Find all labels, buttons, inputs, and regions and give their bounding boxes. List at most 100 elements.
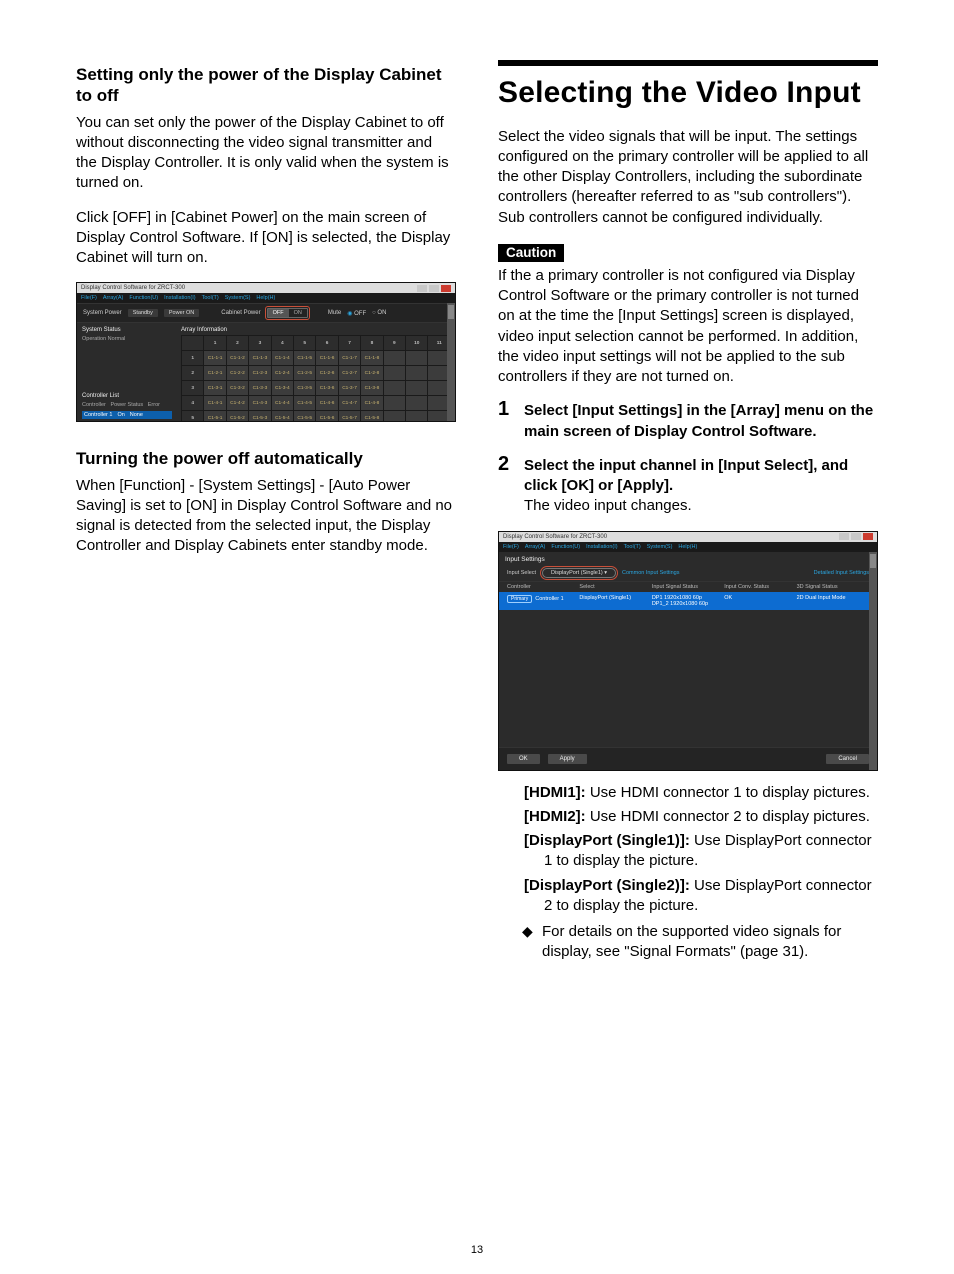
array-grid: 12345678910111C1-1-1C1-1-2C1-1-3C1-1-4C1…	[181, 335, 451, 422]
cabinet-power-on[interactable]: ON	[289, 309, 307, 317]
section-divider	[498, 60, 878, 66]
def-hdmi2: [HDMI2]: Use HDMI connector 2 to display…	[524, 807, 878, 827]
cell-3d-status: 2D Dual Input Mode	[797, 595, 869, 601]
mute-on-radio[interactable]: ON	[372, 310, 386, 316]
page-title: Selecting the Video Input	[498, 76, 878, 111]
window-close-icon[interactable]	[863, 533, 873, 540]
controller-list-heading: Controller List	[82, 393, 172, 399]
controller-list-columns: Controller Power Status Error	[82, 402, 172, 408]
col-controller: Controller	[507, 584, 579, 590]
cross-reference-note: For details on the supported video signa…	[524, 922, 878, 963]
scrollbar[interactable]	[447, 303, 455, 421]
menu-item[interactable]: Array(A)	[103, 295, 123, 301]
window-title: Display Control Software for ZRCT-300	[503, 534, 607, 540]
input-select-row: Input Select DisplayPort (Single1) ▾ Com…	[499, 565, 877, 581]
subheading-cabinet-off: Setting only the power of the Display Ca…	[76, 64, 456, 107]
step-title: Select [Input Settings] in the [Array] m…	[524, 401, 878, 442]
menu-item[interactable]: System(S)	[647, 544, 673, 550]
window-maximize-icon[interactable]	[851, 533, 861, 540]
system-status-heading: System Status	[82, 327, 172, 333]
input-settings-heading: Input Settings	[499, 552, 877, 565]
paragraph: When [Function] - [System Settings] - [A…	[76, 476, 456, 557]
window-titlebar: Display Control Software for ZRCT-300	[499, 532, 877, 542]
step-body: The video input changes.	[524, 496, 878, 516]
menu-item[interactable]: Function(U)	[129, 295, 158, 301]
caution-text: If the a primary controller is not confi…	[498, 266, 878, 388]
window-titlebar: Display Control Software for ZRCT-300	[77, 283, 455, 293]
cabinet-power-off[interactable]: OFF	[268, 309, 289, 317]
step-1: Select [Input Settings] in the [Array] m…	[498, 401, 878, 442]
window-title: Display Control Software for ZRCT-300	[81, 285, 185, 291]
input-options-list: [HDMI1]: Use HDMI connector 1 to display…	[524, 783, 878, 917]
standby-button[interactable]: Standby	[128, 309, 158, 317]
menu-item[interactable]: File(F)	[503, 544, 519, 550]
primary-badge: Primary	[507, 595, 532, 603]
scrollbar-thumb[interactable]	[870, 554, 876, 568]
input-table-row[interactable]: PrimaryController 1 DisplayPort (Single1…	[499, 592, 877, 610]
common-input-settings-link[interactable]: Common Input Settings	[622, 570, 679, 576]
menu-item[interactable]: Tool(T)	[202, 295, 219, 301]
apply-button[interactable]: Apply	[548, 754, 587, 764]
screenshot-display-control-main: Display Control Software for ZRCT-300 Fi…	[76, 282, 456, 422]
page-number: 13	[0, 1244, 954, 1256]
label-system-power: System Power	[83, 310, 122, 316]
caution-badge: Caution	[498, 244, 564, 262]
power-on-button[interactable]: Power ON	[164, 309, 199, 317]
window-minimize-icon[interactable]	[839, 533, 849, 540]
input-select-label: Input Select	[507, 570, 536, 576]
window-maximize-icon[interactable]	[429, 285, 439, 292]
input-select-dropdown[interactable]: DisplayPort (Single1) ▾	[542, 568, 616, 578]
paragraph: Click [OFF] in [Cabinet Power] on the ma…	[76, 208, 456, 269]
operation-status: Operation Normal	[82, 336, 172, 342]
window-minimize-icon[interactable]	[417, 285, 427, 292]
table-empty-area	[499, 610, 877, 747]
menu-item[interactable]: System(S)	[225, 295, 251, 301]
label-mute: Mute	[328, 310, 341, 316]
window-buttons	[417, 285, 451, 292]
menu-item[interactable]: Function(U)	[551, 544, 580, 550]
cell-controller: PrimaryController 1	[507, 595, 579, 603]
controller-list-row[interactable]: Controller 1 On None	[82, 411, 172, 419]
cell-select: DisplayPort (Single1)	[579, 595, 651, 601]
def-dp2: [DisplayPort (Single2)]: Use DisplayPort…	[524, 876, 878, 917]
step-2: Select the input channel in [Input Selec…	[498, 456, 878, 517]
menu-item[interactable]: Help(H)	[678, 544, 697, 550]
array-info-heading: Array Information	[181, 327, 451, 333]
col-conv-status: Input Conv. Status	[724, 584, 796, 590]
cabinet-power-toggle[interactable]: OFF ON	[267, 308, 308, 318]
menu-item[interactable]: Help(H)	[256, 295, 275, 301]
scrollbar[interactable]	[869, 552, 877, 770]
menubar: File(F) Array(A) Function(U) Installatio…	[77, 293, 455, 303]
menubar: File(F) Array(A) Function(U) Installatio…	[499, 542, 877, 552]
paragraph: You can set only the power of the Displa…	[76, 113, 456, 194]
def-dp1: [DisplayPort (Single1)]: Use DisplayPort…	[524, 831, 878, 872]
menu-item[interactable]: Installation(I)	[586, 544, 618, 550]
subheading-auto-power-off: Turning the power off automatically	[76, 448, 456, 469]
dialog-footer: OK Apply Cancel	[499, 747, 877, 770]
detailed-input-settings-link[interactable]: Detailed Input Settings	[814, 570, 869, 576]
col-signal-status: Input Signal Status	[652, 584, 724, 590]
cancel-button[interactable]: Cancel	[826, 754, 869, 764]
menu-item[interactable]: File(F)	[81, 295, 97, 301]
ok-button[interactable]: OK	[507, 754, 540, 764]
menu-item[interactable]: Installation(I)	[164, 295, 196, 301]
scrollbar-thumb[interactable]	[448, 305, 454, 319]
mute-off-radio[interactable]: OFF	[347, 310, 366, 317]
paragraph: Select the video signals that will be in…	[498, 127, 878, 228]
toolbar-row: System Power Standby Power ON Cabinet Po…	[77, 303, 455, 323]
steps-list: Select [Input Settings] in the [Array] m…	[498, 401, 878, 516]
step-title: Select the input channel in [Input Selec…	[524, 456, 878, 497]
menu-item[interactable]: Array(A)	[525, 544, 545, 550]
cell-signal-status: DP1 1920x1080 60pDP1_2 1920x1080 60p	[652, 595, 724, 607]
screenshot-input-settings: Display Control Software for ZRCT-300 Fi…	[498, 531, 878, 771]
window-close-icon[interactable]	[441, 285, 451, 292]
input-table-header: Controller Select Input Signal Status In…	[499, 581, 877, 592]
menu-item[interactable]: Tool(T)	[624, 544, 641, 550]
array-grid-panel: Array Information 12345678910111C1-1-1C1…	[177, 323, 455, 422]
col-3d-status: 3D Signal Status	[797, 584, 869, 590]
col-select: Select	[579, 584, 651, 590]
def-hdmi1: [HDMI1]: Use HDMI connector 1 to display…	[524, 783, 878, 803]
label-cabinet-power: Cabinet Power	[221, 310, 260, 316]
cell-conv-status: OK	[724, 595, 796, 601]
window-buttons	[839, 533, 873, 540]
